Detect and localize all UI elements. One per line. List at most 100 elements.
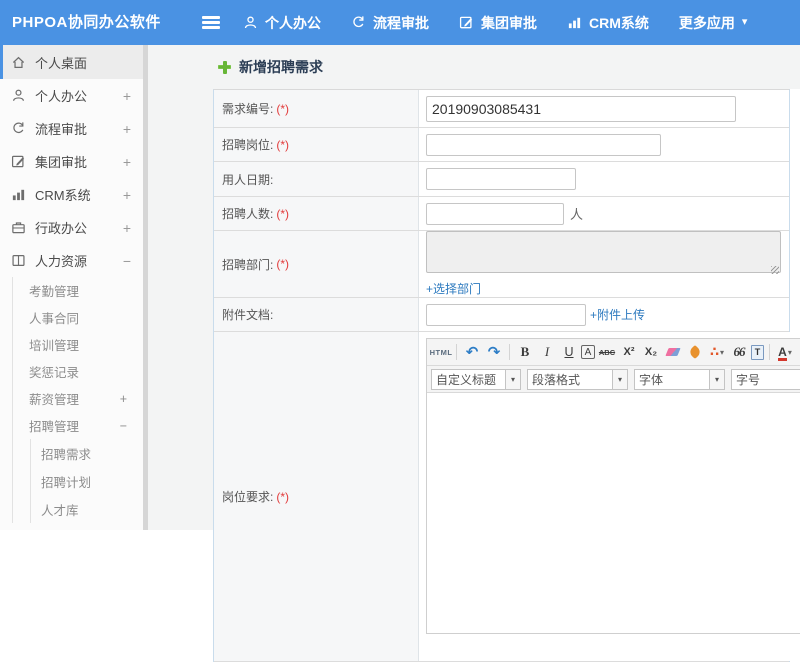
font-family-select[interactable]: 字体 ▾ xyxy=(634,368,725,390)
font-border-button[interactable]: A xyxy=(581,345,595,359)
custom-title-select[interactable]: 自定义标题 ▾ xyxy=(431,368,521,390)
sidebar-item-process-approval[interactable]: 流程审批 + xyxy=(0,112,143,145)
sidebar-item-label: 集团审批 xyxy=(35,155,88,170)
superscript-button[interactable]: X² xyxy=(619,342,639,362)
sidebar-item-attendance-mgmt[interactable]: 考勤管理 xyxy=(13,277,143,304)
italic-button[interactable]: I xyxy=(537,342,557,362)
sidebar-item-label: 流程审批 xyxy=(35,122,88,137)
field-label: 附件文档: xyxy=(222,308,274,322)
caret-down-icon[interactable]: ▾ xyxy=(506,368,521,390)
attachment-upload-link[interactable]: +附件上传 xyxy=(590,306,645,323)
field-label: 需求编号: xyxy=(222,102,274,116)
font-color-button[interactable]: A ▾ xyxy=(775,342,795,362)
nav-personal-office[interactable]: 个人办公 xyxy=(243,13,321,33)
home-icon xyxy=(10,54,26,70)
sidebar-item-personal-office[interactable]: 个人办公 + xyxy=(0,79,143,112)
recruit-submenu: 招聘需求 招聘计划 人才库 xyxy=(30,439,143,523)
form-row-attachment: 附件文档: +附件上传 xyxy=(214,298,789,332)
nav-process-approval[interactable]: 流程审批 xyxy=(351,13,429,33)
bar-chart-icon xyxy=(567,15,582,30)
sidebar: 个人桌面 个人办公 + 流程审批 + 集团审批 + CRM系统 + 行政办公 + xyxy=(0,45,143,530)
collapse-minus-icon[interactable]: − xyxy=(123,253,131,269)
sidebar-item-admin-office[interactable]: 行政办公 + xyxy=(0,211,143,244)
edit-icon xyxy=(459,15,474,30)
top-navigation: 个人办公 流程审批 集团审批 CRM系统 更多应用 ▾ xyxy=(243,0,747,45)
sidebar-item-training-mgmt[interactable]: 培训管理 xyxy=(13,331,143,358)
strikethrough-button[interactable]: ABC xyxy=(597,342,617,362)
recruit-position-input[interactable] xyxy=(426,133,661,156)
form-row-position-requirement: 岗位要求: (*) HTML ↶ ↷ B I U A ABC X² X₂ ∴ ▾… xyxy=(214,332,800,662)
nav-more-apps[interactable]: 更多应用 ▾ xyxy=(679,13,748,33)
paste-as-text-button[interactable]: T xyxy=(751,344,764,360)
required-mark: (*) xyxy=(276,257,290,271)
recruit-count-input[interactable] xyxy=(426,202,564,225)
sidebar-item-talent-pool[interactable]: 人才库 xyxy=(31,495,143,523)
attachment-input[interactable] xyxy=(426,303,586,326)
sidebar-item-reward-punishment[interactable]: 奖惩记录 xyxy=(13,358,143,385)
format-brush-button[interactable] xyxy=(685,342,705,362)
content-gutter xyxy=(148,45,213,530)
rich-text-editor: HTML ↶ ↷ B I U A ABC X² X₂ ∴ ▾ 66 T A ▾ … xyxy=(426,338,800,634)
form-row-demand-number: 需求编号: (*) xyxy=(214,90,789,128)
bold-button[interactable]: B xyxy=(515,342,535,362)
caret-down-icon: ▾ xyxy=(787,347,792,357)
sidebar-item-recruit-plan[interactable]: 招聘计划 xyxy=(31,467,143,495)
sidebar-scrollbar[interactable] xyxy=(143,45,148,530)
book-icon xyxy=(10,253,26,269)
caret-down-icon[interactable]: ▾ xyxy=(613,368,628,390)
expand-plus-icon[interactable]: + xyxy=(123,220,131,236)
expand-plus-icon[interactable]: + xyxy=(120,392,127,406)
sidebar-item-crm-system[interactable]: CRM系统 + xyxy=(0,178,143,211)
sidebar-item-label: CRM系统 xyxy=(35,188,91,203)
collapse-minus-icon[interactable]: − xyxy=(120,419,127,433)
underline-button[interactable]: U xyxy=(559,342,579,362)
required-mark: (*) xyxy=(276,489,290,504)
sidebar-item-recruit-demand[interactable]: 招聘需求 xyxy=(31,439,143,467)
nav-crm-system[interactable]: CRM系统 xyxy=(567,13,649,33)
edit-icon xyxy=(10,154,26,170)
bar-chart-icon xyxy=(10,187,26,203)
required-mark: (*) xyxy=(276,206,290,221)
font-size-select[interactable]: 字号 ▾ xyxy=(731,368,800,390)
html-source-button[interactable]: HTML xyxy=(430,342,452,362)
demand-number-input[interactable] xyxy=(426,95,736,122)
hire-date-input[interactable] xyxy=(426,168,576,190)
resize-grip-icon[interactable] xyxy=(771,266,779,274)
expand-plus-icon[interactable]: + xyxy=(123,121,131,137)
caret-down-icon[interactable]: ▾ xyxy=(710,368,725,390)
expand-plus-icon[interactable]: + xyxy=(123,88,131,104)
eraser-icon xyxy=(665,348,681,356)
page-title: 新增招聘需求 xyxy=(218,45,323,89)
sidebar-item-salary-mgmt[interactable]: 薪资管理 + xyxy=(13,385,143,412)
redo-button[interactable]: ↷ xyxy=(484,342,504,362)
sidebar-item-personal-desktop[interactable]: 个人桌面 xyxy=(0,45,143,79)
user-icon xyxy=(10,88,26,104)
editor-content-area[interactable] xyxy=(427,393,800,633)
recruit-dept-textarea[interactable] xyxy=(426,231,781,273)
sidebar-item-human-resources[interactable]: 人力资源 − xyxy=(0,244,143,277)
process-cycle-icon xyxy=(10,121,26,137)
main-content: 新增招聘需求 需求编号: (*) 招聘岗位: (*) 用人 xyxy=(148,45,800,662)
brush-icon xyxy=(687,344,703,360)
subscript-button[interactable]: X₂ xyxy=(641,342,661,362)
blockquote-button[interactable]: 66 xyxy=(729,342,749,362)
nav-group-approval[interactable]: 集团审批 xyxy=(459,13,537,33)
expand-plus-icon[interactable]: + xyxy=(123,187,131,203)
undo-button[interactable]: ↶ xyxy=(462,342,482,362)
recruit-demand-form: 需求编号: (*) 招聘岗位: (*) 用人日期: xyxy=(213,89,800,662)
nav-label: CRM系统 xyxy=(589,14,649,31)
eraser-button[interactable] xyxy=(663,342,683,362)
form-row-recruit-dept: 招聘部门: (*) +选择部门 xyxy=(214,231,789,298)
sidebar-item-hr-contract[interactable]: 人事合同 xyxy=(13,304,143,331)
paragraph-format-select[interactable]: 段落格式 ▾ xyxy=(527,368,628,390)
sidebar-item-recruit-mgmt[interactable]: 招聘管理 − xyxy=(13,412,143,439)
sidebar-item-label: 个人办公 xyxy=(35,89,88,104)
select-dept-link[interactable]: +选择部门 xyxy=(426,280,481,297)
form-row-hire-date: 用人日期: xyxy=(214,162,789,197)
toolbar-separator xyxy=(769,344,770,360)
expand-plus-icon[interactable]: + xyxy=(123,154,131,170)
sidebar-item-group-approval[interactable]: 集团审批 + xyxy=(0,145,143,178)
menu-toggle-button[interactable] xyxy=(202,16,220,29)
nav-label: 流程审批 xyxy=(373,14,429,31)
highlight-color-button[interactable]: ∴ ▾ xyxy=(707,342,727,362)
